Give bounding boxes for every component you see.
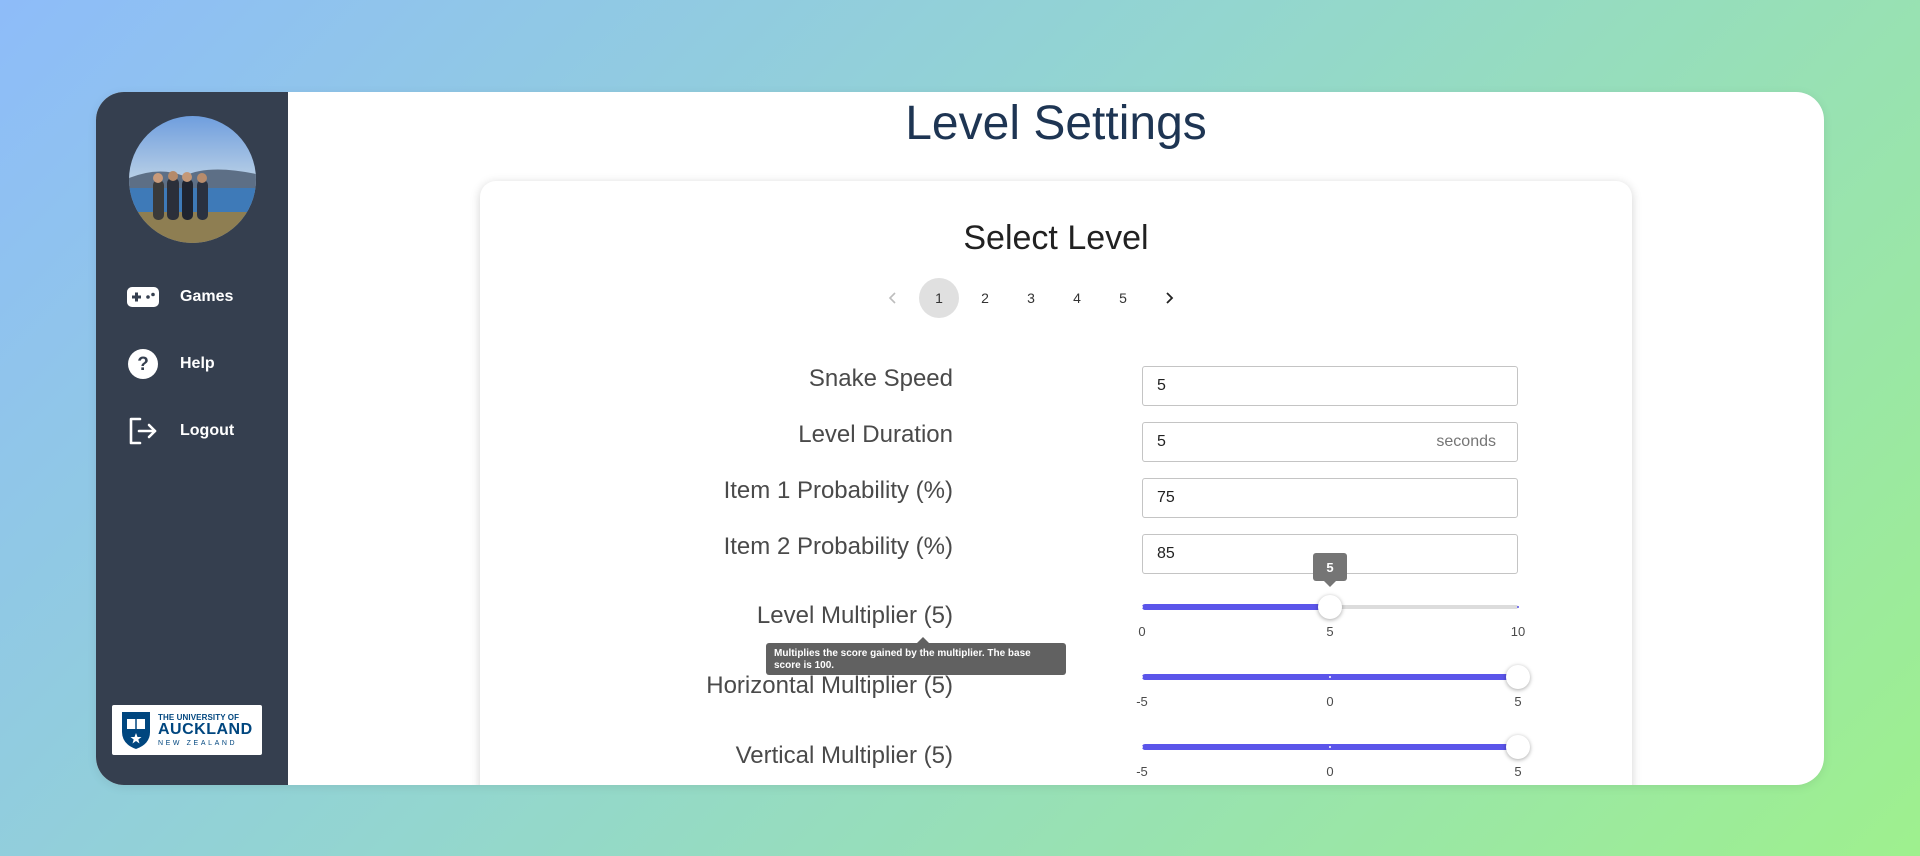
slider-mark (1329, 746, 1331, 748)
card-title: Select Level (963, 219, 1149, 257)
prev-page-button[interactable] (873, 278, 913, 318)
avatar (129, 116, 256, 243)
svg-text:?: ? (137, 354, 149, 375)
item1-probability-input[interactable] (1143, 478, 1517, 518)
page-button-3[interactable]: 3 (1011, 278, 1051, 318)
level-duration-label: Level Duration (798, 421, 953, 448)
snake-speed-input[interactable] (1143, 366, 1517, 406)
page-button-4[interactable]: 4 (1057, 278, 1097, 318)
snake-speed-field (1142, 366, 1518, 406)
slider-thumb[interactable] (1506, 665, 1530, 689)
slider-track (1142, 604, 1330, 610)
logo-line-2: AUCKLAND (158, 720, 253, 738)
slider-mark (1141, 606, 1143, 608)
nav-item-label: Help (180, 355, 215, 372)
level-settings-card: Select Level 1 2 3 4 5 Snake Speed L (480, 181, 1632, 785)
level-duration-input[interactable] (1143, 422, 1437, 462)
slider-mark-label: 0 (1326, 764, 1334, 779)
slider-mark-label: 5 (1514, 764, 1522, 779)
slider-mark-label: -5 (1136, 764, 1148, 779)
logo-line-3: NEW ZEALAND (158, 739, 238, 747)
vertical-multiplier-label: Vertical Multiplier (5) (735, 742, 953, 769)
level-multiplier-label: Level Multiplier (5) (756, 602, 953, 629)
next-page-button[interactable] (1149, 278, 1189, 318)
app-window: Games ? Help Logout THE UNIVERSITY OF AU… (96, 92, 1824, 785)
nav-item-label: Games (180, 288, 234, 305)
horizontal-multiplier-slider[interactable]: -5 0 5 (1136, 665, 1530, 709)
slider-mark-label: 0 (1138, 624, 1146, 639)
item1-probability-field (1142, 478, 1518, 518)
slider-mark-label: 5 (1326, 624, 1334, 639)
page-button-2[interactable]: 2 (965, 278, 1005, 318)
slider-mark (1517, 606, 1519, 608)
slider-mark-label: -5 (1136, 694, 1148, 709)
seconds-unit: seconds (1436, 433, 1496, 450)
nav-item-logout[interactable]: Logout (126, 411, 276, 451)
level-pagination: 1 2 3 4 5 (870, 278, 1192, 318)
slider-thumb[interactable] (1506, 735, 1530, 759)
slider-mark (1141, 676, 1143, 678)
level-multiplier-slider[interactable]: 0 5 10 5 (1138, 553, 1525, 639)
slider-thumb[interactable] (1318, 595, 1342, 619)
page-button-5[interactable]: 5 (1103, 278, 1143, 318)
nav-item-label: Logout (180, 422, 235, 439)
slider-mark-label: 5 (1514, 694, 1522, 709)
nav-item-games[interactable]: Games (126, 277, 276, 317)
slider-mark (1141, 746, 1143, 748)
page-button-1[interactable]: 1 (919, 278, 959, 318)
crest-icon (122, 712, 150, 749)
sidebar: Games ? Help Logout THE UNIVERSITY OF AU… (96, 92, 288, 785)
snake-speed-label: Snake Speed (808, 365, 953, 392)
chevron-right-icon (1166, 292, 1174, 304)
university-logo: THE UNIVERSITY OF AUCKLAND NEW ZEALAND (112, 705, 262, 755)
item1-probability-label: Item 1 Probability (%) (723, 477, 953, 504)
slider-value-label: 5 (1313, 553, 1347, 587)
gamepad-icon (126, 280, 160, 314)
slider-mark (1329, 676, 1331, 678)
slider-mark-label: 0 (1326, 694, 1334, 709)
item2-probability-label: Item 2 Probability (%) (723, 533, 953, 560)
help-circle-icon: ? (126, 347, 160, 381)
chevron-left-icon (888, 292, 896, 304)
level-multiplier-tooltip: Multiplies the score gained by the multi… (766, 637, 1066, 675)
slider-mark-label: 10 (1510, 624, 1526, 639)
vertical-multiplier-slider[interactable]: -5 0 5 (1136, 735, 1530, 779)
page-title: Level Settings (905, 97, 1207, 150)
nav-item-help[interactable]: ? Help (126, 344, 276, 384)
logout-icon (126, 414, 160, 448)
level-duration-field: seconds (1142, 422, 1518, 462)
horizontal-multiplier-label: Horizontal Multiplier (5) (706, 672, 953, 699)
